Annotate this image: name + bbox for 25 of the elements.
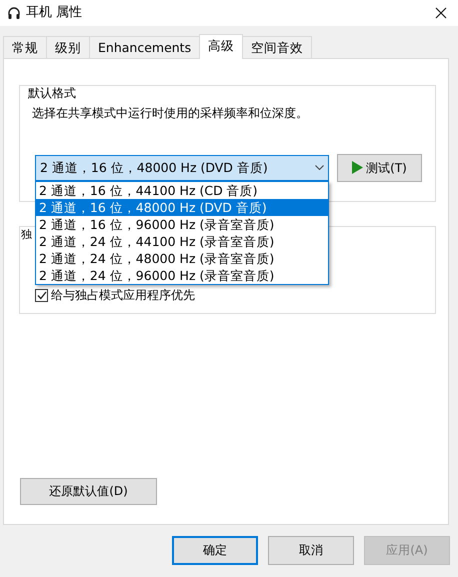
checkbox-text: 给与独占模式应用程序优先 <box>51 288 195 303</box>
group-title: 独 <box>20 228 33 242</box>
headphones-icon <box>8 6 20 20</box>
dropdown-option[interactable]: 2 通道，16 位，96000 Hz (录音室音质) <box>36 216 328 233</box>
test-button[interactable]: 测试(T) <box>337 154 422 182</box>
dropdown-option[interactable]: 2 通道，24 位，48000 Hz (录音室音质) <box>36 250 328 267</box>
description-text: 选择在共享模式中运行时使用的采样频率和位深度。 <box>32 106 309 121</box>
dropdown-option[interactable]: 2 通道，16 位，48000 Hz (DVD 音质) <box>36 198 328 216</box>
group-title: 默认格式 <box>26 86 78 100</box>
restore-defaults-button[interactable]: 还原默认值(D) <box>20 478 157 505</box>
tab[interactable]: 高级 <box>199 34 244 59</box>
dialog-button[interactable]: 取消 <box>268 536 354 565</box>
dropdown-option[interactable]: 2 通道，24 位，96000 Hz (录音室音质) <box>36 266 328 284</box>
close-icon[interactable] <box>435 7 447 19</box>
checkbox[interactable] <box>35 289 48 302</box>
play-icon <box>352 161 364 174</box>
caret-icon <box>315 165 324 170</box>
dialog-button[interactable]: 确定 <box>172 536 258 565</box>
dropdown-option[interactable]: 2 通道，16 位，44100 Hz (CD 音质) <box>36 182 328 199</box>
dropdown-option[interactable]: 2 通道，24 位，44100 Hz (录音室音质) <box>36 232 328 250</box>
tab[interactable]: 空间音效 <box>242 36 312 58</box>
dialog-button: 应用(A) <box>364 536 450 565</box>
format-dropdown[interactable]: 2 通道，16 位，48000 Hz (DVD 音质) <box>35 154 329 181</box>
window-title: 耳机 属性 <box>26 5 82 21</box>
tab[interactable]: 常规 <box>3 36 47 58</box>
